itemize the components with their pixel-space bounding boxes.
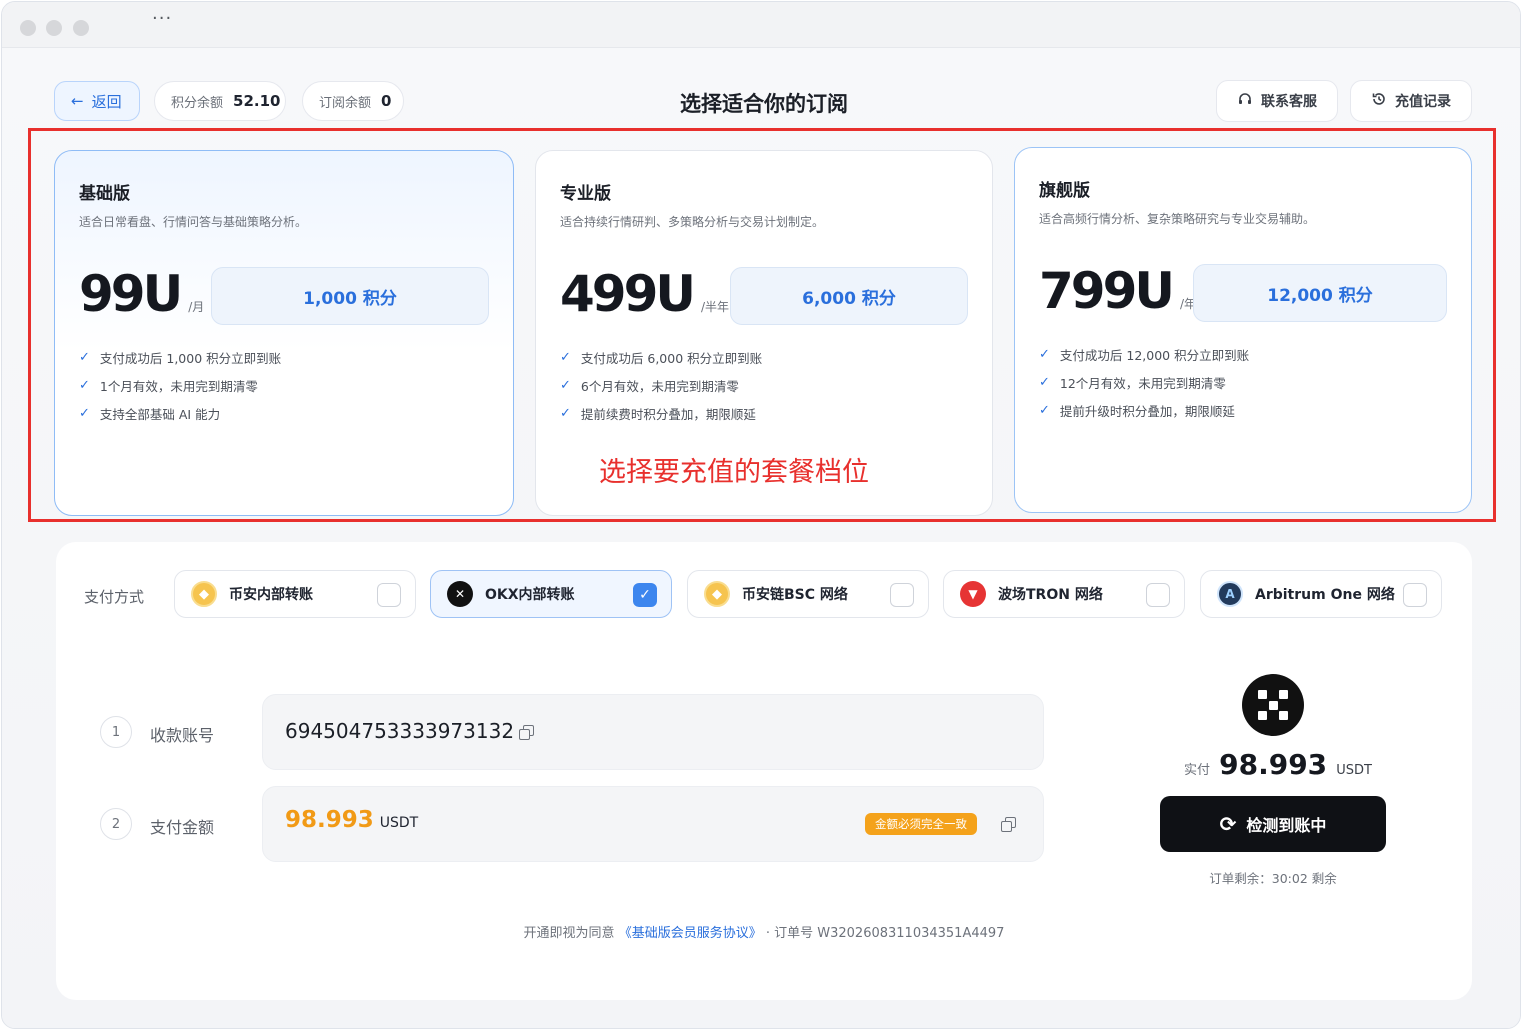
contact-support-button[interactable]: 联系客服 (1216, 80, 1338, 122)
feature-item: ✓ 支付成功后 1,000 积分立即到账 (79, 349, 282, 366)
refresh-icon: ⟳ (1219, 812, 1237, 836)
plan-card-flagship[interactable]: 旗舰版 适合高频行情分析、复杂策略研究与专业交易辅助。 799U/年 12,00… (1014, 147, 1472, 513)
check-icon: ✓ (1039, 374, 1050, 390)
feature-item: ✓ 1个月有效，未用完到期清零 (79, 377, 258, 394)
maximize-window-dot[interactable] (73, 20, 89, 36)
check-icon: ✓ (560, 405, 571, 421)
subscription-page: ← 返回 积分余额 52.10 订阅余额 0 选择适合你的订阅 联系客服 充值记… (2, 48, 1520, 1028)
step-number: 2 (100, 808, 132, 840)
payment-method-label: 支付方式 (84, 588, 145, 606)
minimize-window-dot[interactable] (46, 20, 62, 36)
feature-item: ✓ 支付成功后 6,000 积分立即到账 (560, 349, 763, 366)
plan-price: 499U/半年 (560, 265, 730, 323)
plan-description: 适合高频行情分析、复杂策略研究与专业交易辅助。 (1039, 212, 1316, 226)
payment-option-binance-transfer[interactable]: ◆ 币安内部转账 (174, 570, 416, 618)
binance-icon: ◆ (191, 581, 217, 607)
payment-option-label: 波场TRON 网络 (998, 587, 1103, 603)
more-menu-icon[interactable]: ··· (152, 8, 172, 29)
close-window-dot[interactable] (20, 20, 36, 36)
contact-support-label: 联系客服 (1261, 94, 1317, 110)
bnb-chain-icon: ◆ (704, 581, 730, 607)
plan-name: 旗舰版 (1039, 181, 1090, 201)
paid-label: 实付 (1184, 763, 1211, 778)
plan-features: ✓ 支付成功后 12,000 积分立即到账 ✓ 12个月有效，未用完到期清零 ✓ 提前… (1039, 340, 1249, 424)
payment-option-label: 币安内部转账 (229, 587, 313, 603)
payment-option-okx-transfer[interactable]: ✕ OKX内部转账 ✓ (430, 570, 672, 618)
payment-option-checkbox[interactable] (1403, 583, 1427, 607)
plan-period: /半年 (700, 300, 730, 314)
payment-option-arbitrum[interactable]: A Arbitrum One 网络 (1200, 570, 1442, 618)
plan-card-basic[interactable]: 基础版 适合日常看盘、行情问答与基础策略分析。 99U/月 1,000 积分 ✓… (54, 150, 514, 516)
plan-points: 1,000 积分 (211, 267, 489, 325)
check-icon: ✓ (560, 349, 571, 365)
payment-option-label: Arbitrum One 网络 (1255, 587, 1395, 603)
payment-amount-unit: USDT (379, 815, 419, 831)
app-window: ··· ← 返回 积分余额 52.10 订阅余额 0 选择适合你的订阅 联系客服… (1, 1, 1521, 1029)
arbitrum-icon: A (1217, 581, 1243, 607)
payment-option-tron[interactable]: ▼ 波场TRON 网络 (943, 570, 1185, 618)
payment-option-checkbox[interactable] (377, 583, 401, 607)
check-icon: ✓ (1039, 346, 1050, 362)
payment-option-checkbox[interactable] (1146, 583, 1170, 607)
tron-icon: ▼ (960, 581, 986, 607)
title-bar: ··· (2, 2, 1520, 48)
check-icon: ✓ (79, 349, 90, 365)
plan-price: 799U/年 (1039, 262, 1197, 320)
payment-amount-value: 98.993 USDT (285, 807, 419, 833)
step-label: 支付金额 (150, 818, 215, 837)
receiving-account-field: 694504753333973132 (262, 694, 1044, 770)
payment-option-label: 币安链BSC 网络 (742, 587, 848, 603)
payment-option-checkbox[interactable] (890, 583, 914, 607)
paid-value: 98.993 (1219, 748, 1328, 781)
feature-item: ✓ 提前升级时积分叠加，期限顺延 (1039, 402, 1235, 419)
order-remaining-time: 订单剩余：30:02 剩余 (1209, 871, 1337, 886)
plan-points: 12,000 积分 (1193, 264, 1447, 322)
feature-item: ✓ 支付成功后 12,000 积分立即到账 (1039, 346, 1250, 363)
step-number: 1 (100, 716, 132, 748)
plan-description: 适合日常看盘、行情问答与基础策略分析。 (79, 215, 308, 229)
agreement-link[interactable]: 《基础版会员服务协议》 (619, 926, 762, 941)
exact-amount-badge: 金额必须完全一致 (865, 813, 977, 835)
order-number: · 订单号 W3202608311034351A4497 (765, 926, 1005, 941)
check-icon: ✓ (1039, 402, 1050, 418)
copy-account-icon[interactable] (519, 725, 535, 741)
plan-description: 适合持续行情研判、多策略分析与交易计划制定。 (560, 215, 825, 229)
check-icon: ✓ (560, 377, 571, 393)
recharge-history-label: 充值记录 (1395, 94, 1451, 110)
history-icon (1371, 91, 1387, 111)
plan-features: ✓ 支付成功后 6,000 积分立即到账 ✓ 6个月有效，未用完到期清零 ✓ 提前续费… (560, 343, 762, 427)
check-icon: ✓ (79, 377, 90, 393)
paid-amount: 实付 98.993 USDT (1184, 748, 1372, 781)
check-icon: ✓ (79, 405, 90, 421)
agreement-prefix: 开通即视为同意 (523, 926, 615, 941)
plan-name: 基础版 (79, 184, 130, 204)
recharge-history-button[interactable]: 充值记录 (1350, 80, 1472, 122)
okx-icon: ✕ (447, 581, 473, 607)
annotation-text: 选择要充值的套餐档位 (599, 457, 869, 488)
receiving-account-value: 694504753333973132 (285, 719, 515, 743)
plan-name: 专业版 (560, 184, 611, 204)
okx-logo-icon (1242, 674, 1304, 736)
feature-item: ✓ 6个月有效，未用完到期清零 (560, 377, 739, 394)
feature-item: ✓ 12个月有效，未用完到期清零 (1039, 374, 1226, 391)
payment-option-label: OKX内部转账 (485, 587, 575, 603)
plan-points: 6,000 积分 (730, 267, 968, 325)
detect-payment-label: 检测到账中 (1246, 816, 1327, 835)
plan-price: 99U/月 (79, 265, 205, 323)
payment-amount-field: 98.993 USDT 金额必须完全一致 (262, 786, 1044, 862)
agreement-footer: 开通即视为同意 《基础版会员服务协议》 · 订单号 W3202608311034… (56, 922, 1472, 941)
detect-payment-button[interactable]: ⟳ 检测到账中 (1160, 796, 1386, 852)
feature-item: ✓ 支持全部基础 AI 能力 (79, 405, 221, 422)
payment-panel: 支付方式 ◆ 币安内部转账 ✕ OKX内部转账 ✓ ◆ 币安链BSC 网络 ▼ … (56, 542, 1472, 1000)
step-label: 收款账号 (150, 726, 215, 745)
feature-item: ✓ 提前续费时积分叠加，期限顺延 (560, 405, 756, 422)
payment-option-checkbox[interactable]: ✓ (633, 583, 657, 607)
plan-features: ✓ 支付成功后 1,000 积分立即到账 ✓ 1个月有效，未用完到期清零 ✓ 支持全部… (79, 343, 281, 427)
headset-icon (1237, 91, 1253, 111)
payment-option-bsc[interactable]: ◆ 币安链BSC 网络 (687, 570, 929, 618)
copy-amount-icon[interactable] (1001, 817, 1017, 833)
paid-unit: USDT (1336, 763, 1372, 778)
plan-period: /月 (188, 300, 205, 314)
